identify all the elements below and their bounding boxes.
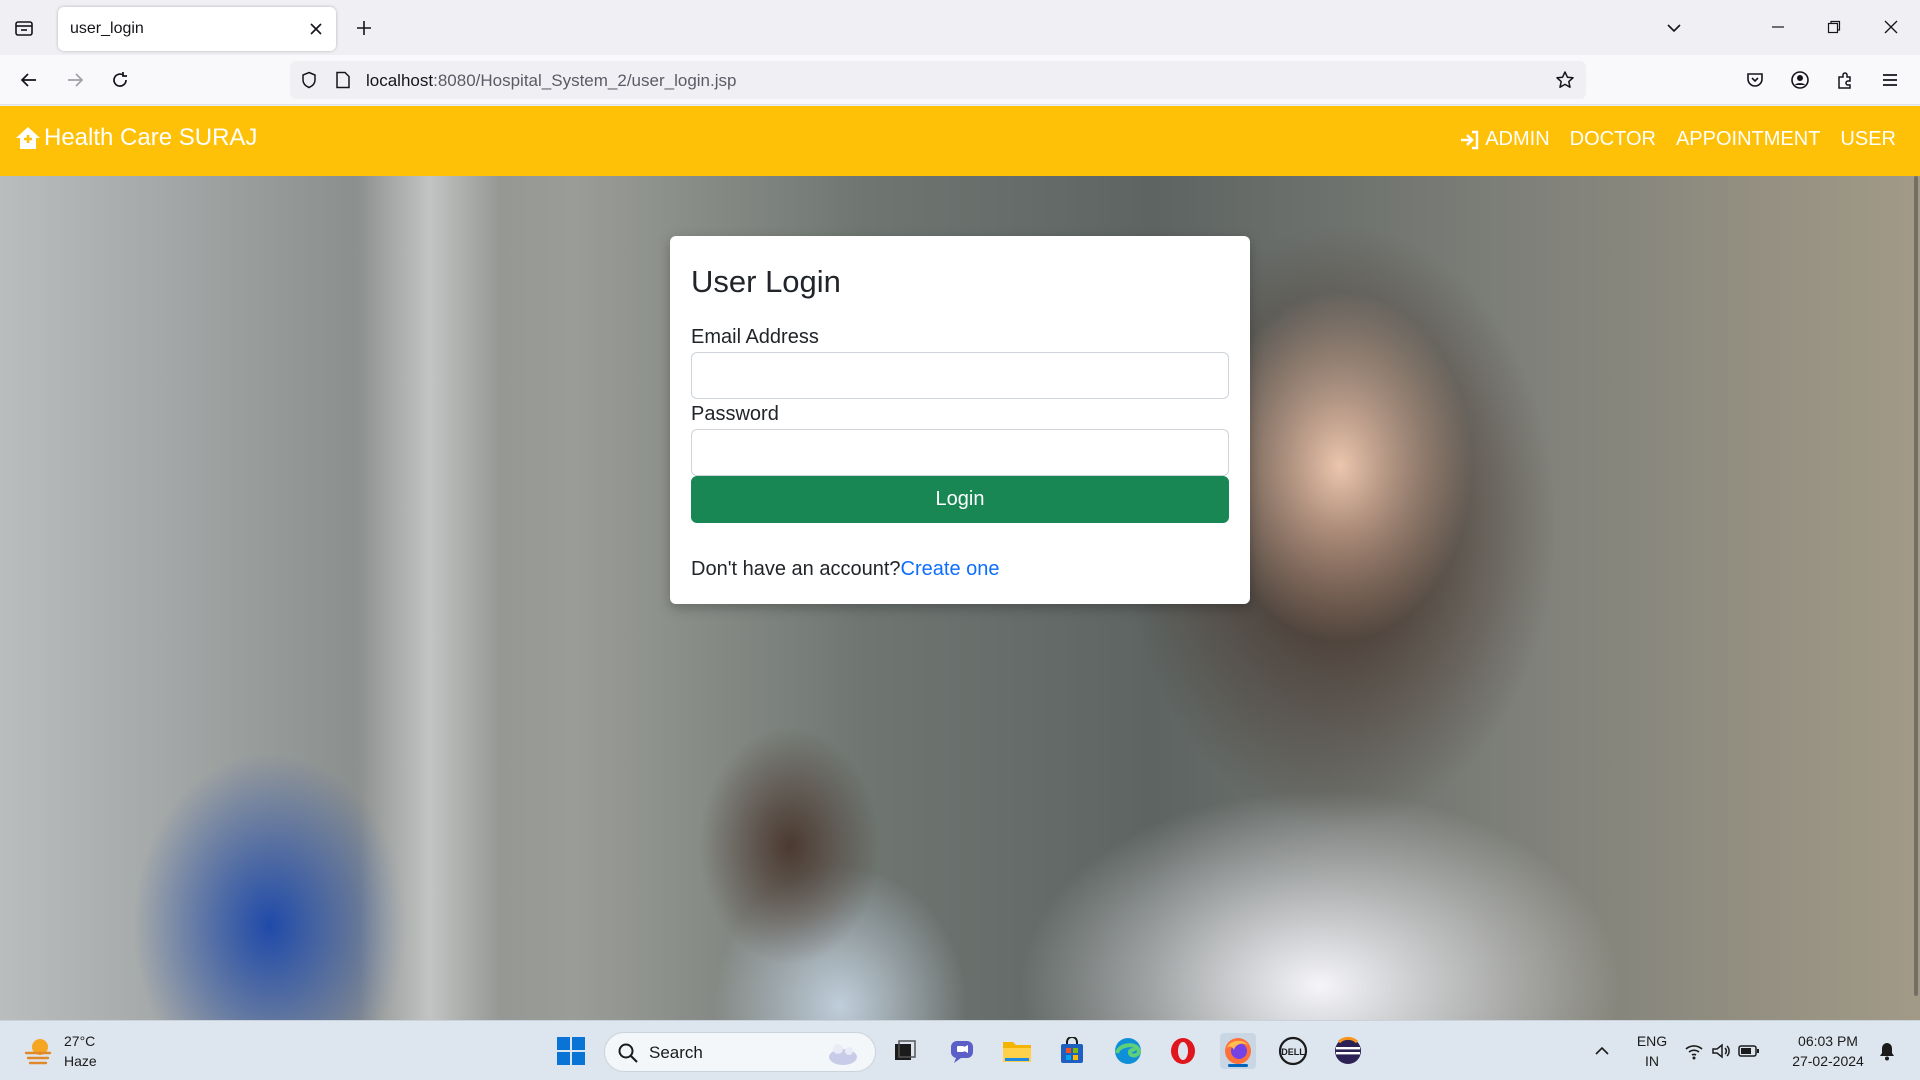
- sign-in-icon: [1461, 130, 1479, 149]
- browser-nav-bar: localhost:8080/Hospital_System_2/user_lo…: [0, 55, 1920, 105]
- close-tab-icon[interactable]: [306, 19, 326, 39]
- edge-icon[interactable]: [1110, 1033, 1146, 1069]
- card-title: User Login: [691, 264, 841, 299]
- tab-title: user_login: [70, 20, 144, 37]
- web-page: Health Care SURAJ ADMIN DOCTOR APPOINTME…: [0, 106, 1920, 1020]
- site-nav: ADMIN DOCTOR APPOINTMENT USER: [1459, 128, 1896, 151]
- dell-icon[interactable]: DELL: [1275, 1033, 1311, 1069]
- active-indicator: [1228, 1064, 1248, 1067]
- clock-date: 27-02-2024: [1792, 1053, 1864, 1069]
- close-window-icon[interactable]: [1876, 12, 1906, 42]
- microsoft-store-icon[interactable]: [1054, 1033, 1090, 1069]
- url-text[interactable]: localhost:8080/Hospital_System_2/user_lo…: [366, 71, 736, 91]
- clock-time: 06:03 PM: [1798, 1033, 1858, 1049]
- firefox-icon[interactable]: [1220, 1033, 1256, 1069]
- new-tab-icon[interactable]: [350, 14, 378, 42]
- pocket-icon[interactable]: [1740, 65, 1770, 95]
- file-explorer-icon[interactable]: [999, 1033, 1035, 1069]
- page-icon[interactable]: [332, 69, 354, 91]
- email-label: Email Address: [691, 326, 819, 348]
- password-field[interactable]: [691, 429, 1229, 476]
- forward-icon[interactable]: [60, 65, 90, 95]
- restore-icon[interactable]: [1819, 12, 1849, 42]
- chevron-up-icon[interactable]: [1584, 1033, 1620, 1069]
- svg-text:DELL: DELL: [1281, 1047, 1305, 1057]
- system-tray-status[interactable]: [1680, 1033, 1764, 1069]
- tab-user-login[interactable]: user_login: [58, 7, 336, 51]
- password-label: Password: [691, 403, 779, 425]
- menu-icon[interactable]: [1875, 65, 1905, 95]
- brand-name: Health Care SURAJ: [44, 124, 258, 151]
- browser-tab-bar: user_login: [0, 0, 1920, 55]
- site-header: Health Care SURAJ ADMIN DOCTOR APPOINTME…: [0, 106, 1920, 176]
- signup-prompt: Don't have an account?: [691, 558, 901, 580]
- address-bar[interactable]: localhost:8080/Hospital_System_2/user_lo…: [290, 61, 1586, 99]
- nav-user[interactable]: USER: [1840, 128, 1896, 151]
- opera-icon[interactable]: [1165, 1033, 1201, 1069]
- page-scrollbar[interactable]: [1914, 176, 1918, 996]
- search-highlight-icon: [829, 1044, 857, 1065]
- account-icon[interactable]: [1785, 65, 1815, 95]
- create-account-link[interactable]: Create one: [901, 558, 1000, 580]
- chevron-down-icon[interactable]: [1660, 14, 1688, 42]
- brand-link[interactable]: Health Care SURAJ: [14, 124, 257, 152]
- extensions-icon[interactable]: [1830, 65, 1860, 95]
- notification-bell-icon[interactable]: [1872, 1033, 1902, 1069]
- language-code: ENG: [1636, 1033, 1668, 1049]
- wifi-icon: [1685, 1045, 1703, 1060]
- eclipse-icon[interactable]: [1330, 1033, 1366, 1069]
- url-path: :8080/Hospital_System_2/user_login.jsp: [433, 71, 737, 90]
- teams-chat-icon[interactable]: [944, 1033, 980, 1069]
- house-icon: [16, 127, 40, 149]
- shield-icon[interactable]: [298, 69, 320, 91]
- search-label: Search: [649, 1043, 703, 1062]
- haze-sun-icon: [24, 1039, 52, 1065]
- weather-widget[interactable]: 27°C Haze: [22, 1031, 97, 1071]
- volume-icon: [1712, 1043, 1730, 1059]
- taskbar-search[interactable]: Search: [604, 1032, 876, 1072]
- reload-icon[interactable]: [105, 65, 135, 95]
- nav-appointment[interactable]: APPOINTMENT: [1676, 128, 1820, 151]
- tab-list-icon[interactable]: [10, 14, 38, 42]
- email-field[interactable]: [691, 352, 1229, 399]
- minimize-icon[interactable]: [1763, 12, 1793, 42]
- login-card: User Login Email Address Password Login …: [670, 236, 1250, 604]
- bookmark-star-icon[interactable]: [1554, 69, 1576, 91]
- signup-row: Don't have an account?Create one: [691, 558, 1000, 581]
- language-indicator[interactable]: ENG IN: [1628, 1031, 1676, 1071]
- start-icon[interactable]: [553, 1033, 589, 1069]
- clock[interactable]: 06:03 PM 27-02-2024: [1778, 1031, 1878, 1071]
- battery-icon: [1738, 1045, 1760, 1057]
- login-button[interactable]: Login: [691, 476, 1229, 523]
- back-icon[interactable]: [14, 65, 44, 95]
- nav-doctor[interactable]: DOCTOR: [1570, 128, 1656, 151]
- weather-temp: 27°C: [64, 1033, 96, 1049]
- task-view-icon[interactable]: [887, 1033, 923, 1069]
- url-host: localhost: [366, 71, 434, 90]
- weather-desc: Haze: [64, 1053, 97, 1069]
- nav-admin[interactable]: ADMIN: [1459, 128, 1550, 151]
- language-region: IN: [1645, 1053, 1659, 1069]
- search-icon: [618, 1043, 638, 1063]
- background-photo-highlight: [360, 106, 500, 1020]
- nav-admin-label: ADMIN: [1485, 128, 1550, 150]
- taskbar: 27°C Haze Search DELL ENG IN 06:03 PM 27…: [0, 1020, 1920, 1080]
